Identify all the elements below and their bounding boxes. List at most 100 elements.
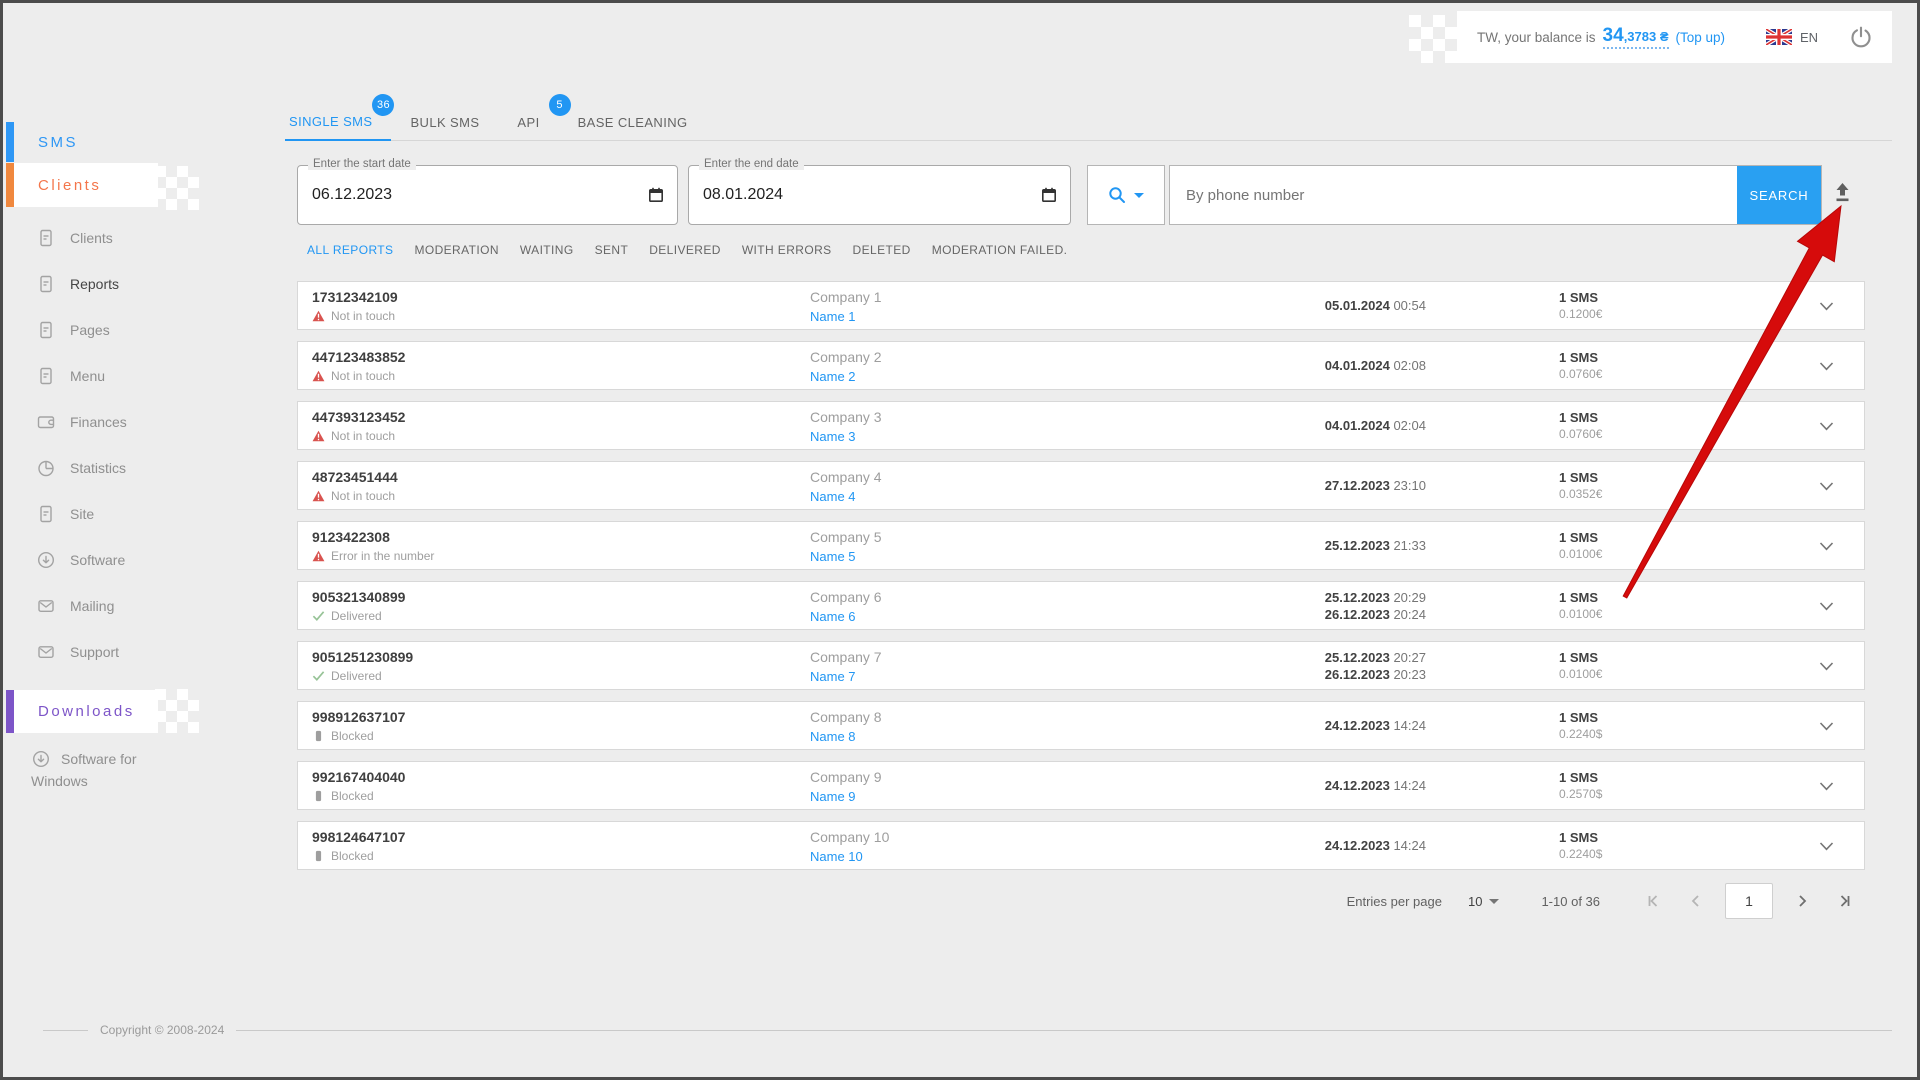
sidebar-item-menu[interactable]: Menu — [6, 353, 226, 399]
filter-all-reports[interactable]: ALL REPORTS — [307, 243, 393, 257]
search-type-select[interactable] — [1087, 165, 1165, 225]
download-circle-icon — [31, 749, 51, 769]
tab-bulk-sms[interactable]: BULK SMS — [391, 104, 498, 140]
tab-api[interactable]: API 5 — [498, 104, 558, 140]
sidebar-item-clients[interactable]: Clients — [6, 215, 226, 261]
sidebar-item-pages[interactable]: Pages — [6, 307, 226, 353]
tab-base-cleaning[interactable]: BASE CLEANING — [559, 104, 707, 140]
client-name-link[interactable]: Name 10 — [810, 849, 863, 864]
filter-moderation[interactable]: MODERATION — [414, 243, 498, 257]
file-icon — [36, 504, 56, 524]
start-date-input[interactable] — [298, 186, 648, 204]
first-page-button[interactable] — [1645, 892, 1663, 910]
phone-number: 48723451444 — [312, 469, 398, 485]
client-name-link[interactable]: Name 7 — [810, 669, 856, 684]
calendar-icon[interactable] — [648, 187, 664, 203]
sms-count: 1 SMS — [1559, 470, 1602, 485]
previous-page-button[interactable] — [1687, 892, 1705, 910]
export-upload-icon[interactable] — [1833, 182, 1852, 203]
sidebar-item-mailing[interactable]: Mailing — [6, 583, 226, 629]
sms-count: 1 SMS — [1559, 770, 1602, 785]
sidebar-item-support[interactable]: Support — [6, 629, 226, 675]
language-selector[interactable]: EN — [1800, 30, 1818, 45]
chevron-down-icon[interactable] — [1819, 602, 1834, 611]
filter-waiting[interactable]: WAITING — [520, 243, 574, 257]
status-text: Blocked — [331, 729, 374, 743]
chevron-down-icon[interactable] — [1819, 302, 1834, 311]
phone-number: 992167404040 — [312, 769, 405, 785]
chevron-down-icon[interactable] — [1819, 662, 1834, 671]
company-name: Company 3 — [810, 409, 882, 425]
chevron-down-icon[interactable] — [1819, 362, 1834, 371]
entries-per-page-select[interactable]: 10 — [1468, 894, 1499, 909]
sms-count: 1 SMS — [1559, 410, 1602, 425]
client-name-link[interactable]: Name 9 — [810, 789, 856, 804]
sms-count: 1 SMS — [1559, 350, 1602, 365]
top-up-link[interactable]: (Top up) — [1676, 30, 1726, 45]
chevron-down-icon[interactable] — [1819, 842, 1834, 851]
chevron-down-icon[interactable] — [1819, 482, 1834, 491]
pixel-decoration — [155, 166, 166, 177]
pixel-decoration — [155, 689, 166, 700]
client-name-link[interactable]: Name 5 — [810, 549, 856, 564]
blocked-icon — [312, 790, 325, 802]
envelope-icon — [36, 642, 56, 662]
client-name-link[interactable]: Name 2 — [810, 369, 856, 384]
start-date-field: Enter the start date — [297, 165, 678, 225]
entries-per-page-label: Entries per page — [1347, 894, 1442, 909]
section-accent-bar — [6, 163, 14, 207]
chevron-down-icon[interactable] — [1819, 542, 1834, 551]
tab-single-sms[interactable]: SINGLE SMS 36 — [285, 104, 391, 141]
sidebar-section-clients[interactable]: Clients — [6, 163, 158, 207]
sidebar-item-site[interactable]: Site — [6, 491, 226, 537]
sidebar-item-software-for-windows[interactable]: Software for Windows — [6, 748, 164, 792]
filter-sent[interactable]: SENT — [595, 243, 629, 257]
calendar-icon[interactable] — [1041, 187, 1057, 203]
sms-price: 0.0100€ — [1559, 547, 1602, 561]
blocked-icon — [312, 730, 325, 742]
filter-delivered[interactable]: DELIVERED — [649, 243, 721, 257]
chevron-down-icon[interactable] — [1819, 782, 1834, 791]
search-button[interactable]: SEARCH — [1737, 166, 1821, 224]
table-row: 998124647107 Blocked Company 10 Name 10 … — [297, 821, 1865, 870]
sidebar-section-downloads[interactable]: Downloads — [6, 690, 158, 733]
page-number-input[interactable] — [1725, 883, 1773, 919]
client-name-link[interactable]: Name 1 — [810, 309, 856, 324]
sidebar-item-reports[interactable]: Reports — [6, 261, 226, 307]
status-text: Error in the number — [331, 549, 434, 563]
sidebar-item-statistics[interactable]: Statistics — [6, 445, 226, 491]
phone-number: 905321340899 — [312, 589, 405, 605]
client-name-link[interactable]: Name 3 — [810, 429, 856, 444]
end-date-input[interactable] — [689, 186, 1041, 204]
table-row: 905321340899 Delivered Company 6 Name 6 … — [297, 581, 1865, 630]
client-name-link[interactable]: Name 8 — [810, 729, 856, 744]
sidebar-item-finances[interactable]: Finances — [6, 399, 226, 445]
sidebar-item-software[interactable]: Software — [6, 537, 226, 583]
filter-with-errors[interactable]: WITH ERRORS — [742, 243, 832, 257]
table-row: 447123483852 Not in touch Company 2 Name… — [297, 341, 1865, 390]
app-window: TW, your balance is 34,3783 ₴ (Top up) E… — [0, 0, 1920, 1080]
pagination-range: 1-10 of 36 — [1541, 894, 1600, 909]
client-name-link[interactable]: Name 6 — [810, 609, 856, 624]
logout-power-icon[interactable] — [1848, 24, 1874, 50]
chevron-down-icon — [1489, 899, 1499, 904]
last-page-button[interactable] — [1835, 892, 1853, 910]
filter-deleted[interactable]: DELETED — [853, 243, 911, 257]
search-input[interactable] — [1170, 166, 1737, 224]
table-row: 447393123452 Not in touch Company 3 Name… — [297, 401, 1865, 450]
balance-amount[interactable]: 34,3783 ₴ — [1603, 25, 1669, 49]
status-text: Not in touch — [331, 309, 395, 323]
uk-flag-icon[interactable] — [1766, 29, 1792, 45]
sidebar-section-sms[interactable]: SMS — [6, 122, 166, 162]
status-text: Not in touch — [331, 489, 395, 503]
filter-moderation-failed[interactable]: MODERATION FAILED. — [932, 243, 1068, 257]
pixel-decoration — [1409, 15, 1421, 27]
client-name-link[interactable]: Name 4 — [810, 489, 856, 504]
file-icon — [36, 274, 56, 294]
file-icon — [36, 228, 56, 248]
company-name: Company 9 — [810, 769, 882, 785]
next-page-button[interactable] — [1793, 892, 1811, 910]
chevron-down-icon[interactable] — [1819, 722, 1834, 731]
wallet-icon — [36, 412, 56, 432]
chevron-down-icon[interactable] — [1819, 422, 1834, 431]
